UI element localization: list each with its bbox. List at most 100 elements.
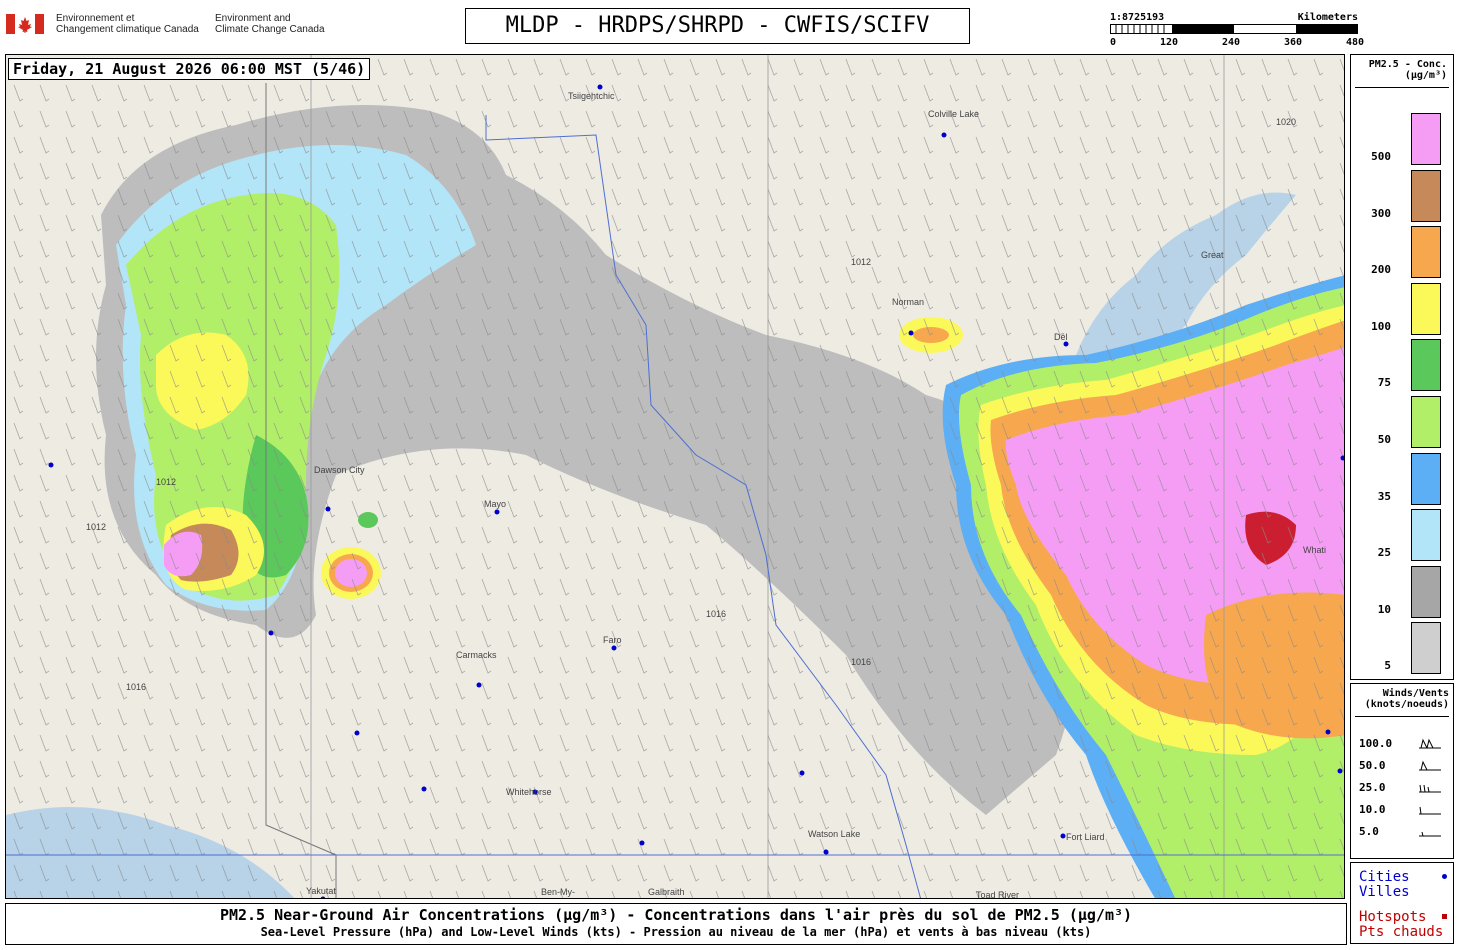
scale-tick: 360 xyxy=(1284,37,1303,48)
pm25-level-label: 75 xyxy=(1377,376,1391,390)
pm25-level-label: 300 xyxy=(1371,206,1391,220)
wind-speed-label: 50.0 xyxy=(1359,759,1386,772)
isobar-label: 1016 xyxy=(851,657,871,667)
pm25-level-row: 25 xyxy=(1355,509,1449,563)
wind-speed-list: 100.0 50.0 25.0 10.0 5.0 xyxy=(1351,737,1453,847)
wind-legend: Winds/Vents (knots/noeuds) 100.0 50.0 25.0… xyxy=(1350,683,1454,859)
wind-speed-label: 25.0 xyxy=(1359,781,1386,794)
isobar-label: 1012 xyxy=(851,257,871,267)
isobar-label: 1016 xyxy=(126,682,146,692)
pm25-level-row: 200 xyxy=(1355,226,1449,280)
scale-tick: 0 xyxy=(1110,37,1117,48)
pm25-color-swatch xyxy=(1411,113,1441,165)
wind-speed-row: 5.0 xyxy=(1351,825,1453,847)
city-label: Galbraith xyxy=(648,887,685,897)
wind-barb-icon xyxy=(1419,738,1441,749)
pm25-level-row: 10 xyxy=(1355,565,1449,620)
city-label: Whitehorse xyxy=(506,787,552,797)
wind-barb-icon xyxy=(1419,760,1441,771)
city-dot-icon xyxy=(1442,874,1447,879)
pm25-level-label: 500 xyxy=(1371,150,1391,163)
city-label: Mayo xyxy=(484,499,506,509)
wind-speed-row: 10.0 xyxy=(1351,803,1453,825)
scale-unit: Kilometers xyxy=(1297,12,1358,23)
wind-speed-row: 25.0 xyxy=(1351,781,1453,803)
canada-flag-icon xyxy=(6,14,44,34)
pm25-level-label: 200 xyxy=(1371,263,1391,277)
cities-legend-label: Cities Villes xyxy=(1359,869,1410,900)
page-title: MLDP - HRDPS/SHRPD - CWFIS/SCIFV xyxy=(465,8,970,44)
scale-bar-graphic xyxy=(1110,24,1358,34)
wind-speed-row: 100.0 xyxy=(1351,737,1453,759)
pm25-color-swatch xyxy=(1411,622,1441,675)
pm25-legend-title: PM2.5 - Conc. (μg/m³) xyxy=(1368,59,1447,81)
scale-tick: 240 xyxy=(1222,37,1241,48)
pm25-color-swatch xyxy=(1411,339,1441,392)
city-label: Whati xyxy=(1303,545,1326,555)
city-label: Norman xyxy=(892,297,924,307)
pm25-level-label: 10 xyxy=(1377,602,1391,616)
caption-line2: Sea-Level Pressure (hPa) and Low-Level W… xyxy=(260,925,1092,939)
org-name-en: Environment and Climate Change Canada xyxy=(215,13,325,35)
city-label: Dawson City xyxy=(314,465,365,475)
isobar-label: 1020 xyxy=(1276,117,1296,127)
org-name-fr: Environnement et Changement climatique C… xyxy=(56,13,199,35)
pm25-color-swatch xyxy=(1411,452,1441,505)
wind-barbs xyxy=(6,55,1344,898)
pm25-level-row: 50 xyxy=(1355,396,1449,450)
pm25-level-row: 100 xyxy=(1355,282,1449,337)
scale-tick: 480 xyxy=(1346,37,1365,48)
city-label: Fort Liard xyxy=(1066,832,1105,842)
city-label: Ben-My- xyxy=(541,887,575,897)
hotspot-square-icon xyxy=(1442,914,1447,919)
pm25-color-swatch xyxy=(1411,396,1441,448)
city-label: Carmacks xyxy=(456,650,497,660)
pm25-level-row: 35 xyxy=(1355,452,1449,507)
city-label: Great xyxy=(1201,250,1224,260)
wind-barb-icon xyxy=(1419,831,1441,837)
city-label: Tsiigehtchic xyxy=(568,91,615,101)
city-label: Colville Lake xyxy=(928,109,979,119)
wind-barb-icon xyxy=(1419,784,1441,793)
scale-ratio: 1:8725193 xyxy=(1110,12,1165,23)
wind-speed-label: 100.0 xyxy=(1359,737,1393,750)
scale-ticks: 0 120 240 360 480 xyxy=(1110,37,1364,49)
wind-barb-icon xyxy=(1419,806,1441,815)
city-label: Yakutat xyxy=(306,886,336,896)
wind-speed-label: 5.0 xyxy=(1359,825,1379,838)
pm25-color-swatch xyxy=(1411,282,1441,335)
isobar-label: 1012 xyxy=(86,522,106,532)
cities-hotspots-legend: Cities Villes Hotspots Pts chauds xyxy=(1350,862,1454,944)
forecast-timestamp: Friday, 21 August 2026 06:00 MST (5/46) xyxy=(8,58,371,80)
pm25-color-swatch xyxy=(1411,509,1441,562)
pm25-level-row: 75 xyxy=(1355,339,1449,393)
wind-speed-row: 50.0 xyxy=(1351,759,1453,781)
pm25-level-label: 100 xyxy=(1371,319,1391,333)
pm25-level-row: 500 xyxy=(1355,113,1449,167)
scale-bar: 1:8725193 Kilometers 0 120 240 360 480 xyxy=(1110,10,1364,52)
city-label: Faro xyxy=(603,635,622,645)
pm25-level-row: 5 xyxy=(1355,622,1449,676)
pm25-level-label: 5 xyxy=(1384,659,1391,673)
forecast-map[interactable]: 1012 1012 1012 1016 1016 1016 1020 Tsiig… xyxy=(5,54,1345,899)
pm25-color-swatch xyxy=(1411,169,1441,222)
caption-line1: PM2.5 Near-Ground Air Concentrations (μg… xyxy=(219,906,1133,924)
pm25-level-label: 35 xyxy=(1377,489,1391,503)
isobar-label: 1012 xyxy=(156,477,176,487)
hotspots-legend-label: Hotspots Pts chauds xyxy=(1359,909,1444,940)
pm25-level-label: 25 xyxy=(1377,546,1391,560)
scale-tick: 120 xyxy=(1160,37,1179,48)
city-label: Toad River xyxy=(976,890,1019,899)
pm25-color-swatch xyxy=(1411,565,1441,618)
city-label: Watson Lake xyxy=(808,829,860,839)
pm25-level-row: 300 xyxy=(1355,169,1449,224)
pm25-level-label: 50 xyxy=(1377,433,1391,446)
eccc-logo: Environnement et Changement climatique C… xyxy=(6,12,326,38)
isobar-label: 1016 xyxy=(706,609,726,619)
pm25-legend: PM2.5 - Conc. (μg/m³) 500 300 200 100 75 50 35… xyxy=(1350,54,1454,680)
map-canvas[interactable]: 1012 1012 1012 1016 1016 1016 1020 Tsiig… xyxy=(6,55,1345,899)
wind-speed-label: 10.0 xyxy=(1359,803,1386,816)
pm25-color-swatch xyxy=(1411,226,1441,279)
wind-legend-title: Winds/Vents (knots/noeuds) xyxy=(1364,688,1449,710)
city-label: Dél xyxy=(1054,332,1068,342)
